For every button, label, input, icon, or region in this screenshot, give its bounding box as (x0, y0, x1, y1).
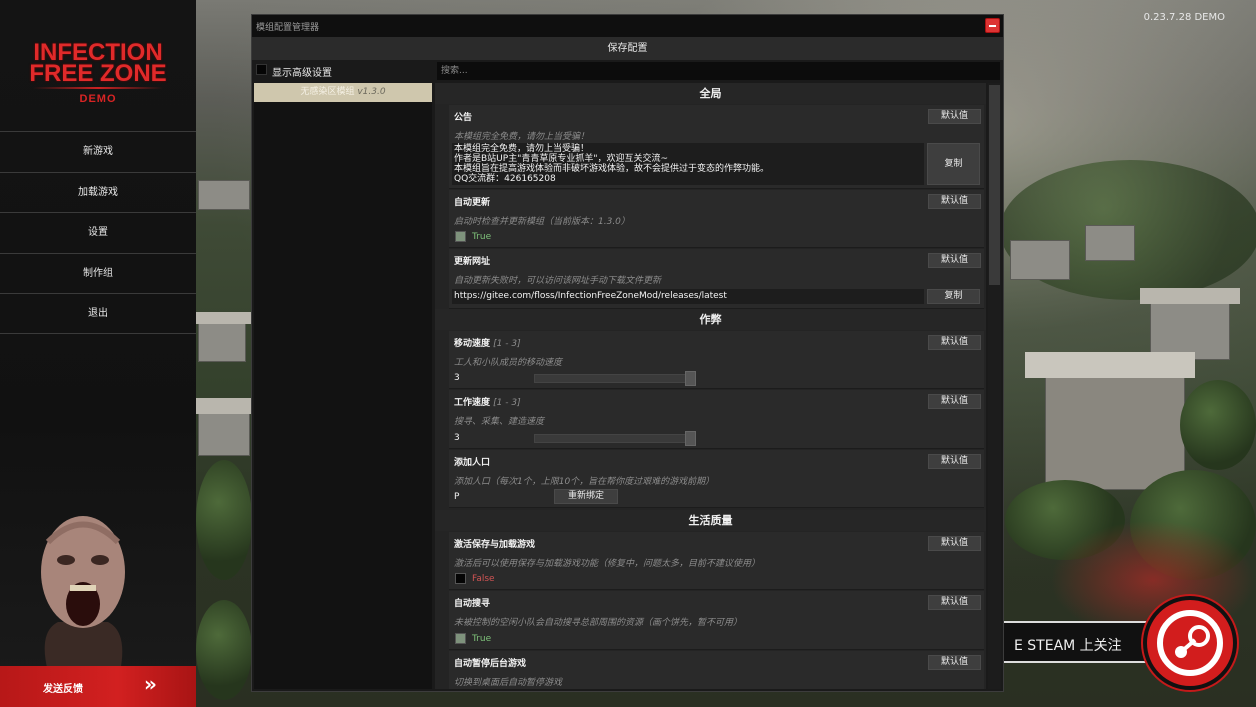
mod-name: 无感染区模组 (300, 87, 355, 97)
auto-search-value: True (472, 634, 492, 644)
logo-line-2: FREE ZONE (29, 60, 167, 87)
reset-default-button[interactable]: 默认值 (928, 109, 981, 124)
setting-title: 工作速度 [1 - 3] (454, 398, 521, 408)
setting-add-population: 添加人口 默认值 添加人口（每次1个，上限10个，旨在帮你度过艰难的游戏前期） … (449, 450, 984, 508)
reset-default-button[interactable]: 默认值 (928, 595, 981, 610)
setting-description: 本模组完全免费，请勿上当受骗！ (454, 132, 590, 142)
work-speed-value: 3 (454, 433, 460, 443)
setting-description: 激活后可以使用保存与加载游戏功能（修复中，问题太多，目前不建议使用） (454, 559, 761, 569)
section-header-qol: 生活质量 (435, 510, 986, 531)
auto-update-value: True (472, 232, 492, 242)
mod-version: v1.3.0 (357, 87, 386, 97)
move-speed-value: 3 (454, 373, 460, 383)
setting-auto-pause: 自动暂停后台游戏 默认值 切换到桌面后自动暂停游戏 (449, 651, 984, 689)
setting-title: 公告 (454, 113, 473, 123)
update-url-field[interactable]: https://gitee.com/floss/InfectionFreeZon… (452, 289, 924, 304)
reset-default-button[interactable]: 默认值 (928, 194, 981, 209)
scrollbar-thumb[interactable] (989, 85, 1000, 285)
setting-title: 激活保存与加载游戏 (454, 540, 536, 550)
menu-item-settings[interactable]: 设置 (0, 212, 196, 253)
zombie-portrait (41, 516, 125, 672)
version-label: 0.23.7.28 DEMO (1143, 12, 1225, 23)
main-menu-sidebar: INFECTION FREE ZONE DEMO 新游戏 加载游戏 设置 制作组… (0, 0, 196, 707)
rebind-button[interactable]: 重新绑定 (554, 489, 618, 504)
add-population-key: P (454, 492, 460, 502)
reset-default-button[interactable]: 默认值 (928, 655, 981, 670)
menu-item-quit[interactable]: 退出 (0, 293, 196, 334)
logo-underline (33, 87, 163, 89)
slider-handle[interactable] (685, 371, 696, 386)
auto-search-checkbox[interactable] (455, 633, 466, 644)
move-speed-slider[interactable] (534, 371, 696, 386)
feedback-label: 发送反馈 (43, 684, 83, 695)
reset-default-button[interactable]: 默认值 (928, 536, 981, 551)
section-header-cheats: 作弊 (435, 309, 986, 330)
logo-demo-label: DEMO (79, 93, 117, 105)
menu-item-credits[interactable]: 制作组 (0, 252, 196, 294)
setting-description: 工人和小队成员的移动速度 (454, 358, 563, 368)
save-load-value: False (472, 574, 495, 584)
menu-item-load-game[interactable]: 加载游戏 (0, 171, 196, 213)
setting-save-load: 激活保存与加载游戏 默认值 激活后可以使用保存与加载游戏功能（修复中，问题太多，… (449, 532, 984, 590)
setting-description: 自动更新失败时，可以访问该网址手动下载文件更新 (454, 276, 662, 286)
mod-list: 无感染区模组 v1.3.0 (254, 83, 432, 689)
save-load-checkbox[interactable] (455, 573, 466, 584)
copy-notice-button[interactable]: 复制 (927, 143, 980, 185)
setting-notice: 公告 默认值 本模组完全免费，请勿上当受骗！ 本模组完全免费，请勿上当受骗！ 作… (449, 105, 984, 189)
reset-default-button[interactable]: 默认值 (928, 335, 981, 350)
feedback-button[interactable]: 发送反馈 » (0, 666, 196, 707)
main-menu-list: 新游戏 加载游戏 设置 制作组 退出 (0, 131, 196, 334)
chevron-right-double-icon: » (144, 672, 157, 696)
setting-title: 添加人口 (454, 458, 491, 468)
setting-auto-update: 自动更新 默认值 启动时检查并更新模组（当前版本：1.3.0） True (449, 190, 984, 248)
settings-panel: 全局 公告 默认值 本模组完全免费，请勿上当受骗！ 本模组完全免费，请勿上当受骗… (435, 83, 986, 689)
reset-default-button[interactable]: 默认值 (928, 253, 981, 268)
mod-config-window: 模组配置管理器 保存配置 显示高级设置 无感染区模组 v1.3.0 全局 公告 … (251, 14, 1004, 692)
setting-title: 更新网址 (454, 257, 491, 267)
setting-description: 启动时检查并更新模组（当前版本：1.3.0） (454, 217, 630, 227)
reset-default-button[interactable]: 默认值 (928, 394, 981, 409)
mod-list-item[interactable]: 无感染区模组 v1.3.0 (254, 83, 432, 102)
show-advanced-label: 显示高级设置 (272, 68, 332, 79)
setting-description: 未被控制的空闲小队会自动搜寻总部周围的资源（画个饼先，暂不可用） (454, 618, 743, 628)
settings-scrollbar[interactable] (988, 83, 1001, 689)
setting-title: 自动暂停后台游戏 (454, 659, 527, 669)
auto-update-checkbox[interactable] (455, 231, 466, 242)
show-advanced-checkbox[interactable] (256, 64, 267, 75)
steam-follow-label: E STEAM 上关注 (1014, 638, 1122, 654)
copy-url-button[interactable]: 复制 (927, 289, 980, 304)
search-input[interactable] (437, 62, 1000, 80)
setting-description: 添加人口（每次1个，上限10个，旨在帮你度过艰难的游戏前期） (454, 477, 715, 487)
steam-follow-banner[interactable]: E STEAM 上关注 (1004, 621, 1154, 663)
setting-auto-search: 自动搜寻 默认值 未被控制的空闲小队会自动搜寻总部周围的资源（画个饼先，暂不可用… (449, 591, 984, 650)
section-header-global: 全局 (435, 83, 986, 104)
window-title: 模组配置管理器 (256, 23, 320, 33)
setting-update-url: 更新网址 默认值 自动更新失败时，可以访问该网址手动下载文件更新 https:/… (449, 249, 984, 309)
slider-handle[interactable] (685, 431, 696, 446)
setting-title: 自动更新 (454, 198, 491, 208)
setting-description: 切换到桌面后自动暂停游戏 (454, 678, 563, 688)
setting-work-speed: 工作速度 [1 - 3] 默认值 搜寻、采集、建造速度 3 (449, 390, 984, 449)
work-speed-slider[interactable] (534, 431, 696, 446)
setting-description: 搜寻、采集、建造速度 (454, 417, 545, 427)
reset-default-button[interactable]: 默认值 (928, 454, 981, 469)
game-logo: INFECTION FREE ZONE DEMO (0, 41, 196, 106)
notice-text: 本模组完全免费，请勿上当受骗！ 作者是B站UP主"青青草原专业抓羊"，欢迎互关交… (452, 143, 924, 185)
steam-logo-icon[interactable] (1143, 596, 1237, 690)
save-config-button[interactable]: 保存配置 (252, 37, 1003, 60)
setting-title: 移动速度 [1 - 3] (454, 339, 521, 349)
window-title-bar[interactable]: 模组配置管理器 (252, 15, 1003, 37)
close-button[interactable] (985, 18, 1000, 33)
setting-move-speed: 移动速度 [1 - 3] 默认值 工人和小队成员的移动速度 3 (449, 331, 984, 389)
menu-item-new-game[interactable]: 新游戏 (0, 131, 196, 172)
setting-title: 自动搜寻 (454, 599, 491, 609)
